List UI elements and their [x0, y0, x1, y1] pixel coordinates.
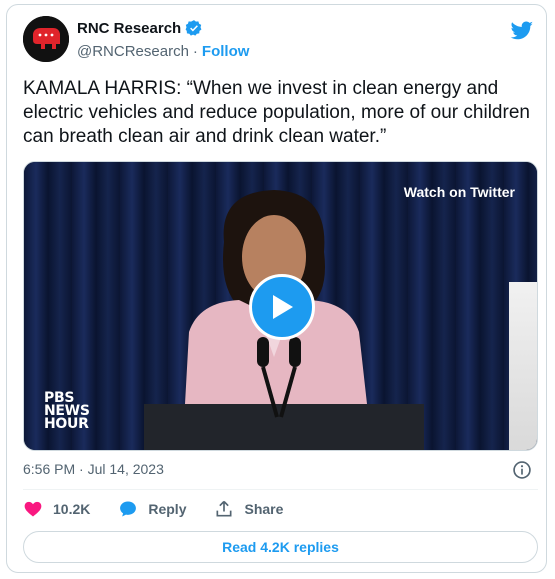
like-count: 10.2K	[53, 501, 91, 517]
info-icon[interactable]	[512, 460, 532, 480]
twitter-bird-icon[interactable]	[510, 19, 534, 43]
divider	[23, 489, 538, 490]
play-button[interactable]	[249, 274, 315, 340]
follow-button[interactable]: Follow	[202, 43, 250, 60]
flag	[509, 282, 537, 450]
author-handle[interactable]: @RNCResearch	[77, 43, 189, 60]
author-avatar[interactable]	[23, 16, 69, 62]
tweet-text: KAMALA HARRIS: “When we invest in clean …	[23, 78, 530, 147]
reply-bubble-icon	[120, 501, 137, 517]
author-name[interactable]: RNC Research	[77, 20, 181, 37]
like-button[interactable]: 10.2K	[23, 499, 90, 519]
tweet-timestamp[interactable]: 6:56 PM · Jul 14, 2023	[23, 461, 164, 477]
share-label: Share	[244, 501, 284, 517]
rnc-elephant-logo	[23, 16, 69, 62]
play-icon	[273, 295, 293, 319]
share-icon	[216, 500, 232, 517]
verified-badge-icon	[185, 20, 202, 36]
reply-button[interactable]: Reply	[118, 499, 186, 519]
share-button[interactable]: Share	[214, 499, 283, 519]
watch-on-twitter-label[interactable]: Watch on Twitter	[404, 184, 515, 200]
heart-icon	[24, 501, 42, 517]
action-bar: 10.2K Reply Share	[23, 499, 311, 519]
read-replies-button[interactable]: Read 4.2K replies	[23, 531, 538, 563]
watermark-line: HOUR	[44, 416, 89, 432]
tweet-card: RNC Research @RNCResearch · Follow KAMAL…	[6, 4, 547, 573]
microphones	[257, 337, 301, 418]
reply-label: Reply	[148, 501, 187, 517]
video-player[interactable]: Watch on Twitter PBS NEWS HOUR	[23, 161, 538, 451]
handle-separator: ·	[192, 43, 198, 60]
pbs-newshour-watermark: PBS NEWS HOUR	[44, 391, 90, 432]
